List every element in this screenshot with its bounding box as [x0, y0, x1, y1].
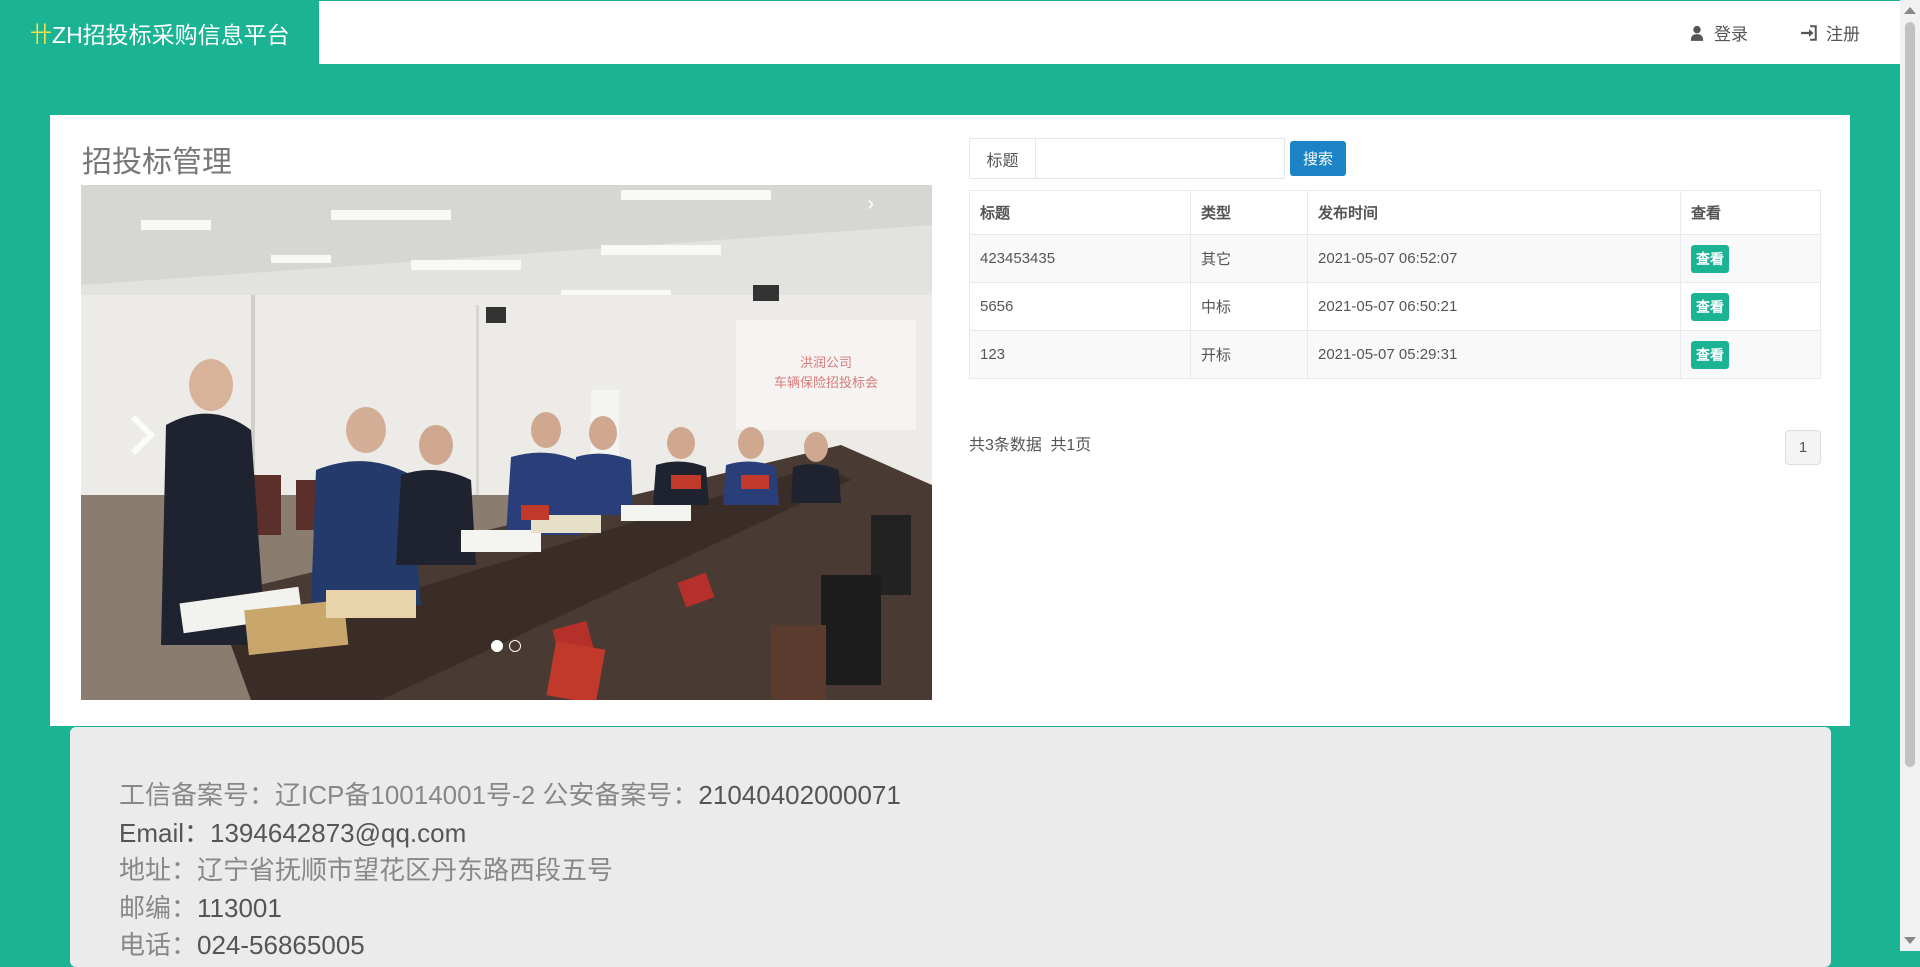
login-link[interactable]: 登录	[1688, 20, 1748, 45]
search-bar: 标题 搜索	[969, 138, 1346, 179]
brand[interactable]: 卄 ZH招投标采购信息平台	[0, 1, 319, 64]
cell-time: 2021-05-07 06:52:07	[1307, 234, 1681, 283]
main-panel: 招投标管理 洪润公司 车辆保险招投标会 › 标题 搜索 标题 类型 发布时间 查…	[50, 115, 1850, 726]
phone-value: 024-56865005	[197, 930, 365, 960]
chevron-left-icon[interactable]	[127, 413, 157, 457]
login-label: 登录	[1714, 25, 1748, 44]
cell-time: 2021-05-07 05:29:31	[1307, 330, 1681, 379]
search-label: 标题	[969, 138, 1035, 179]
register-label: 注册	[1826, 25, 1860, 44]
carousel-indicator[interactable]	[491, 640, 503, 652]
icp-label: 工信备案号：	[119, 780, 276, 810]
brand-name: ZH招投标采购信息平台	[52, 21, 290, 48]
footer-phone-line: 电话：024-56865005	[119, 927, 901, 965]
police-label: 公安备案号：	[542, 780, 699, 810]
view-button[interactable]: 查看	[1691, 340, 1729, 369]
cell-title: 423453435	[969, 234, 1191, 283]
cell-action: 查看	[1680, 234, 1821, 283]
footer-info: 工信备案号：辽ICP备10014001号-2 公安备案号：21040402000…	[119, 777, 901, 965]
footer-zip-line: 邮编：113001	[119, 890, 901, 928]
footer-address-line: 地址：辽宁省抚顺市望花区丹东路西段五号	[119, 852, 901, 890]
table-row: 123 开标 2021-05-07 05:29:31 查看	[969, 330, 1821, 379]
email-label: Email：	[119, 817, 211, 848]
pagination-summary: 共3条数据 共1页	[969, 431, 1091, 455]
bid-table: 标题 类型 发布时间 查看 423453435 其它 2021-05-07 06…	[969, 190, 1821, 379]
cell-action: 查看	[1680, 282, 1821, 331]
footer: 工信备案号：辽ICP备10014001号-2 公安备案号：21040402000…	[70, 727, 1831, 967]
brand-logo-icon: 卄	[30, 21, 52, 47]
scroll-up-icon[interactable]	[1904, 7, 1916, 14]
zip-value: 113001	[197, 892, 282, 923]
column-header-view: 查看	[1680, 190, 1821, 235]
svg-text:洪润公司: 洪润公司	[800, 356, 852, 371]
total-pages: 共1页	[1050, 437, 1092, 454]
cell-time: 2021-05-07 06:50:21	[1307, 282, 1681, 331]
view-button[interactable]: 查看	[1691, 244, 1729, 273]
table-row: 5656 中标 2021-05-07 06:50:21 查看	[969, 282, 1821, 331]
footer-icp-line: 工信备案号：辽ICP备10014001号-2 公安备案号：21040402000…	[119, 777, 901, 815]
cell-action: 查看	[1680, 330, 1821, 379]
scrollbar-thumb[interactable]	[1905, 22, 1915, 767]
carousel-indicator[interactable]	[509, 640, 521, 652]
table-row: 423453435 其它 2021-05-07 06:52:07 查看	[969, 234, 1821, 283]
sign-in-icon	[1801, 24, 1817, 41]
address-label: 地址：	[119, 855, 198, 885]
total-records: 共3条数据	[969, 437, 1042, 454]
phone-label: 电话：	[119, 930, 198, 960]
page-title: 招投标管理	[82, 146, 232, 179]
search-input[interactable]	[1035, 138, 1285, 179]
carousel-slide-image: 洪润公司 车辆保险招投标会	[81, 185, 932, 700]
address-value: 辽宁省抚顺市望花区丹东路西段五号	[197, 855, 614, 885]
page-scrollbar[interactable]	[1900, 0, 1920, 951]
page-button-current[interactable]: 1	[1785, 430, 1821, 465]
scroll-down-icon[interactable]	[1904, 937, 1916, 944]
cell-type: 开标	[1190, 330, 1308, 379]
nav-links: 登录 注册	[1688, 1, 1860, 64]
cell-type: 其它	[1190, 234, 1308, 283]
user-icon	[1690, 25, 1704, 41]
email-value: 1394642873@qq.com	[210, 817, 467, 848]
column-header-title: 标题	[969, 190, 1191, 235]
image-carousel[interactable]: 洪润公司 车辆保险招投标会 ›	[81, 185, 932, 700]
search-button[interactable]: 搜索	[1290, 141, 1346, 176]
icp-value: 辽ICP备10014001号-2	[275, 780, 536, 810]
footer-email-line: Email：1394642873@qq.com	[119, 815, 901, 853]
carousel-indicators	[491, 640, 521, 652]
cell-title: 5656	[969, 282, 1191, 331]
cell-title: 123	[969, 330, 1191, 379]
svg-text:车辆保险招投标会: 车辆保险招投标会	[774, 375, 878, 391]
register-link[interactable]: 注册	[1800, 20, 1860, 45]
view-button[interactable]: 查看	[1691, 292, 1729, 321]
table-header-row: 标题 类型 发布时间 查看	[969, 190, 1821, 235]
column-header-type: 类型	[1190, 190, 1308, 235]
column-header-time: 发布时间	[1307, 190, 1681, 235]
top-navbar: 卄 ZH招投标采购信息平台 登录 注册	[0, 0, 1900, 64]
police-value: 21040402000071	[698, 780, 901, 810]
chevron-right-icon[interactable]: ›	[867, 193, 874, 216]
zip-label: 邮编：	[119, 892, 198, 923]
cell-type: 中标	[1190, 282, 1308, 331]
